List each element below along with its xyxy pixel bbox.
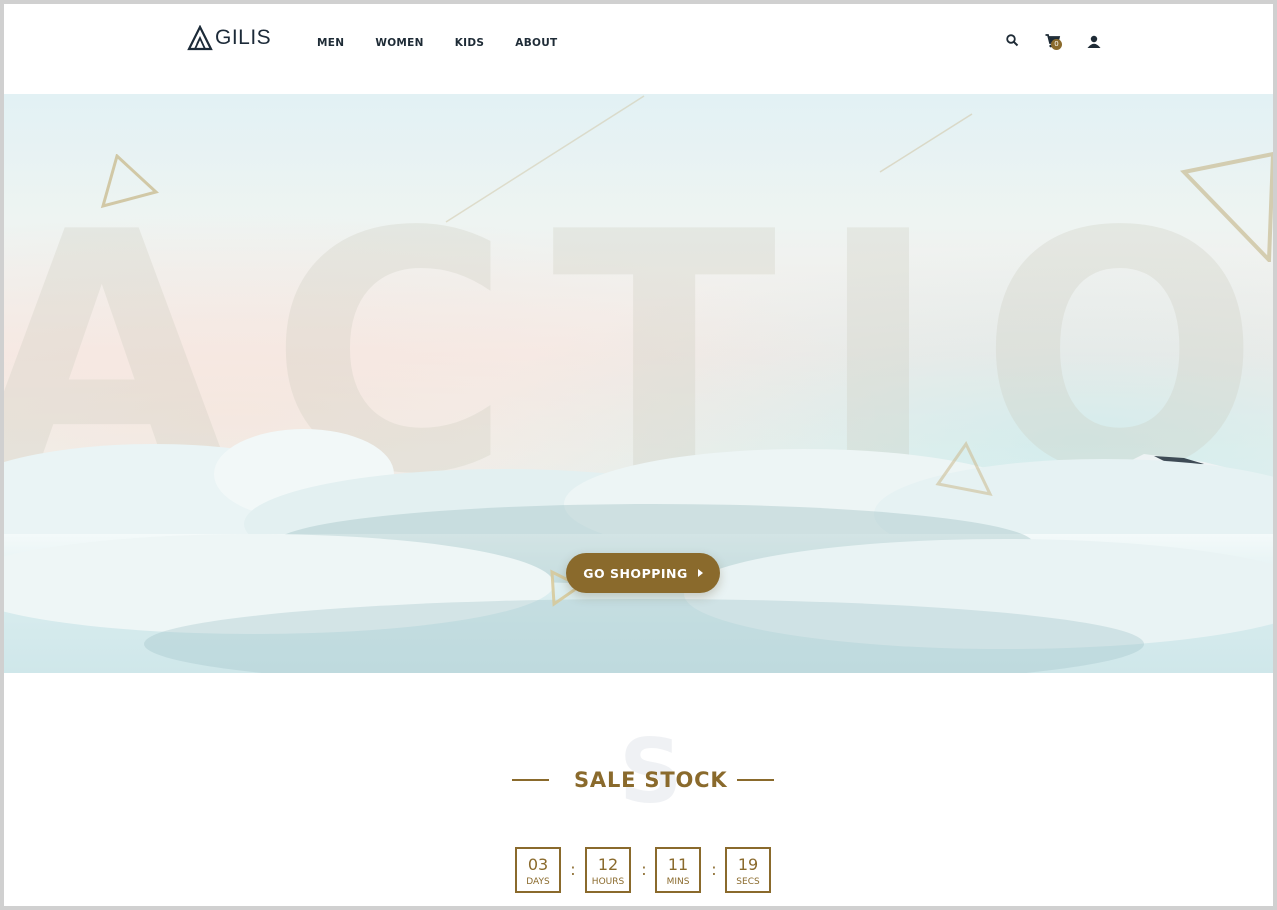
countdown-days: 03 DAYS [515,847,561,893]
cloud-layer-icon [4,429,1273,673]
search-icon[interactable] [1004,32,1024,52]
countdown-separator: : [711,860,717,879]
section-title: SALE STOCK [574,768,728,792]
hero-banner: ACTION [4,94,1273,673]
nav-item-women[interactable]: WOMEN [375,35,423,51]
go-shopping-button[interactable]: GO SHOPPING [566,553,720,593]
triangle-decor-icon [1180,152,1273,262]
countdown-value: 11 [667,855,689,874]
logo-mark-icon [187,25,213,51]
title-divider-right [737,779,774,781]
countdown-secs: 19 SECS [725,847,771,893]
countdown-timer: 03 DAYS : 12 HOURS : 11 MINS : 19 SECS [515,847,775,897]
countdown-value: 19 [737,855,759,874]
chevron-right-icon [697,569,703,577]
countdown-label: HOURS [591,877,625,887]
cart-count-badge: 0 [1051,39,1062,50]
countdown-mins: 11 MINS [655,847,701,893]
nav-item-kids[interactable]: KIDS [455,35,485,51]
countdown-separator: : [641,860,647,879]
countdown-label: SECS [736,877,760,887]
logo-text: GILIS [215,26,272,49]
brand-logo[interactable]: GILIS [187,22,271,54]
countdown-value: 12 [597,855,619,874]
nav-item-about[interactable]: ABOUT [515,35,557,51]
triangle-decor-icon [935,441,993,497]
countdown-label: DAYS [526,877,550,887]
main-nav: MEN WOMEN KIDS ABOUT [317,35,589,51]
site-header: GILIS MEN WOMEN KIDS ABOUT 0 [4,4,1273,94]
nav-item-men[interactable]: MEN [317,35,344,51]
page-frame: GILIS MEN WOMEN KIDS ABOUT 0 ACTIO GO SH… [4,4,1273,906]
title-divider-left [512,779,549,781]
countdown-hours: 12 HOURS [585,847,631,893]
user-icon[interactable] [1083,32,1103,52]
countdown-value: 03 [527,855,549,874]
countdown-label: MINS [666,877,690,887]
countdown-separator: : [570,860,576,879]
header-actions: 0 [1004,32,1104,54]
triangle-decor-icon [100,154,159,209]
go-shopping-label: GO SHOPPING [583,565,688,581]
sale-stock-section: S SALE STOCK 03 DAYS : 12 HOURS : 11 MIN… [4,673,1273,906]
